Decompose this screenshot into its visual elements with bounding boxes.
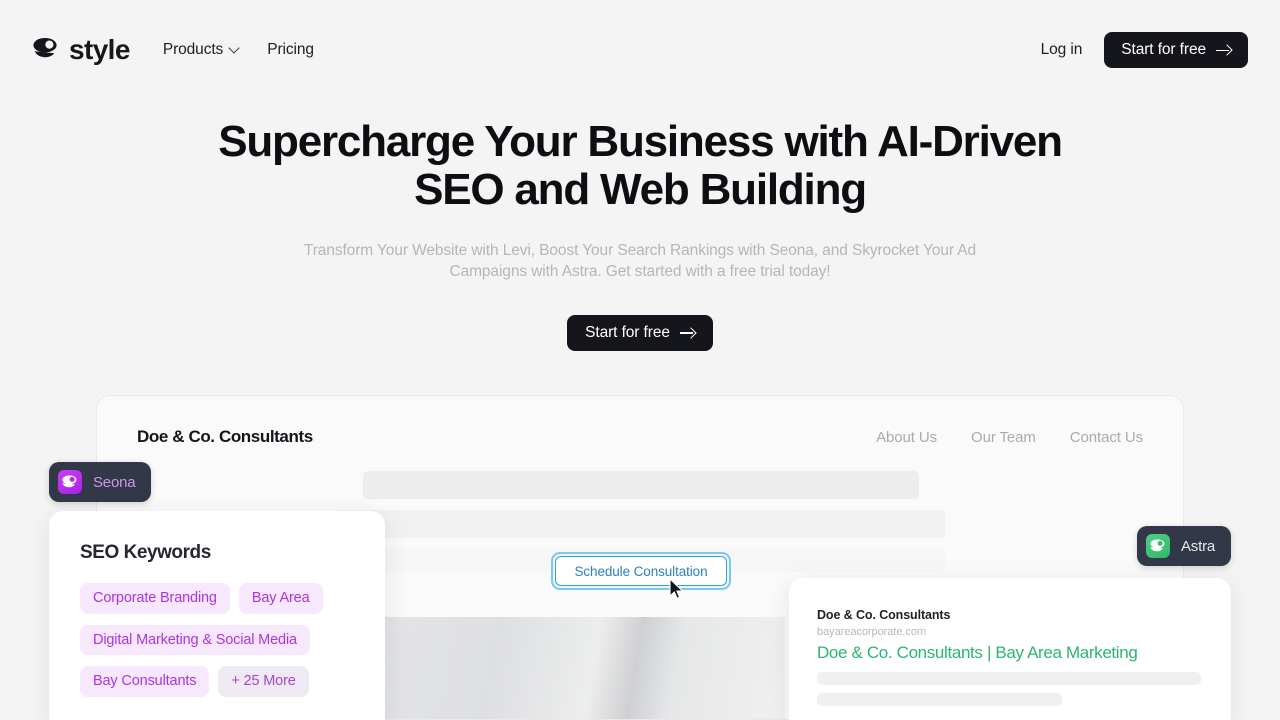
nav-start-for-free-button[interactable]: Start for free bbox=[1104, 32, 1248, 68]
seona-badge[interactable]: Seona bbox=[49, 462, 152, 502]
search-result-placeholder-bar bbox=[817, 693, 1062, 706]
keyword-pill[interactable]: Bay Area bbox=[238, 583, 323, 614]
hero-heading: Supercharge Your Business with AI-Driven… bbox=[218, 117, 1063, 214]
search-result-placeholder-bar bbox=[817, 672, 1201, 685]
top-navigation-bar: style Products Pricing Log in Start for … bbox=[0, 0, 1280, 100]
schedule-consultation-focus-ring: Schedule Consultation bbox=[551, 552, 731, 590]
preview-site-navbar: Doe & Co. Consultants About Us Our Team … bbox=[97, 396, 1183, 478]
hero-start-for-free-button[interactable]: Start for free bbox=[567, 314, 713, 351]
keyword-pill[interactable]: Corporate Branding bbox=[80, 583, 230, 614]
brand-wordmark: style bbox=[69, 34, 130, 65]
mouse-cursor-icon bbox=[669, 577, 685, 600]
preview-placeholder-bar bbox=[363, 471, 919, 499]
search-result-card: Doe & Co. Consultants bayareacorporate.c… bbox=[789, 578, 1231, 720]
chevron-down-icon bbox=[230, 44, 239, 53]
nav-item-products-label: Products bbox=[162, 41, 224, 58]
hero-start-for-free-label: Start for free bbox=[585, 323, 670, 341]
keyword-pill[interactable]: Digital Marketing & Social Media bbox=[80, 624, 310, 655]
search-result-business-name: Doe & Co. Consultants bbox=[817, 608, 951, 622]
seona-badge-label: Seona bbox=[93, 473, 136, 491]
preview-placeholder-bar bbox=[337, 510, 945, 538]
seo-keywords-title: SEO Keywords bbox=[80, 542, 211, 563]
nav-item-products[interactable]: Products bbox=[163, 41, 239, 59]
landing-page: style Products Pricing Log in Start for … bbox=[0, 0, 1280, 720]
astra-badge[interactable]: Astra bbox=[1137, 526, 1232, 566]
search-result-headline[interactable]: Doe & Co. Consultants | Bay Area Marketi… bbox=[817, 643, 1203, 663]
keyword-pill[interactable]: Bay Consultants bbox=[80, 666, 210, 697]
style-smiley-logo-icon bbox=[32, 37, 60, 63]
primary-nav-links: Products Pricing bbox=[163, 41, 314, 59]
preview-site-links: About Us Our Team Contact Us bbox=[876, 429, 1143, 446]
nav-item-pricing-label: Pricing bbox=[267, 41, 314, 58]
keyword-pill-more[interactable]: + 25 More bbox=[218, 666, 309, 697]
nav-item-pricing[interactable]: Pricing bbox=[267, 41, 314, 59]
astra-smiley-icon bbox=[1146, 534, 1170, 558]
schedule-consultation-button[interactable]: Schedule Consultation bbox=[555, 556, 727, 586]
seona-smiley-icon bbox=[58, 470, 82, 494]
hero-subheading: Transform Your Website with Levi, Boost … bbox=[303, 242, 977, 280]
nav-actions: Log in Start for free bbox=[1041, 32, 1248, 68]
search-result-url: bayareacorporate.com bbox=[817, 626, 927, 638]
seo-keywords-list: Corporate Branding Bay Area Digital Mark… bbox=[80, 583, 355, 697]
seo-keywords-card: SEO Keywords Corporate Branding Bay Area… bbox=[49, 511, 385, 720]
astra-badge-label: Astra bbox=[1181, 537, 1216, 555]
preview-hero-image-placeholder bbox=[385, 617, 785, 719]
brand-logo[interactable]: style bbox=[32, 36, 130, 64]
preview-link-our-team[interactable]: Our Team bbox=[971, 429, 1036, 446]
preview-link-about-us[interactable]: About Us bbox=[876, 429, 937, 446]
arrow-right-icon bbox=[1216, 45, 1231, 56]
nav-start-for-free-label: Start for free bbox=[1121, 41, 1206, 58]
hero-section: Supercharge Your Business with AI-Driven… bbox=[0, 118, 1280, 351]
arrow-right-icon bbox=[679, 327, 695, 338]
preview-site-brand: Doe & Co. Consultants bbox=[137, 427, 313, 446]
preview-link-contact-us[interactable]: Contact Us bbox=[1070, 429, 1143, 446]
login-link[interactable]: Log in bbox=[1041, 41, 1083, 59]
